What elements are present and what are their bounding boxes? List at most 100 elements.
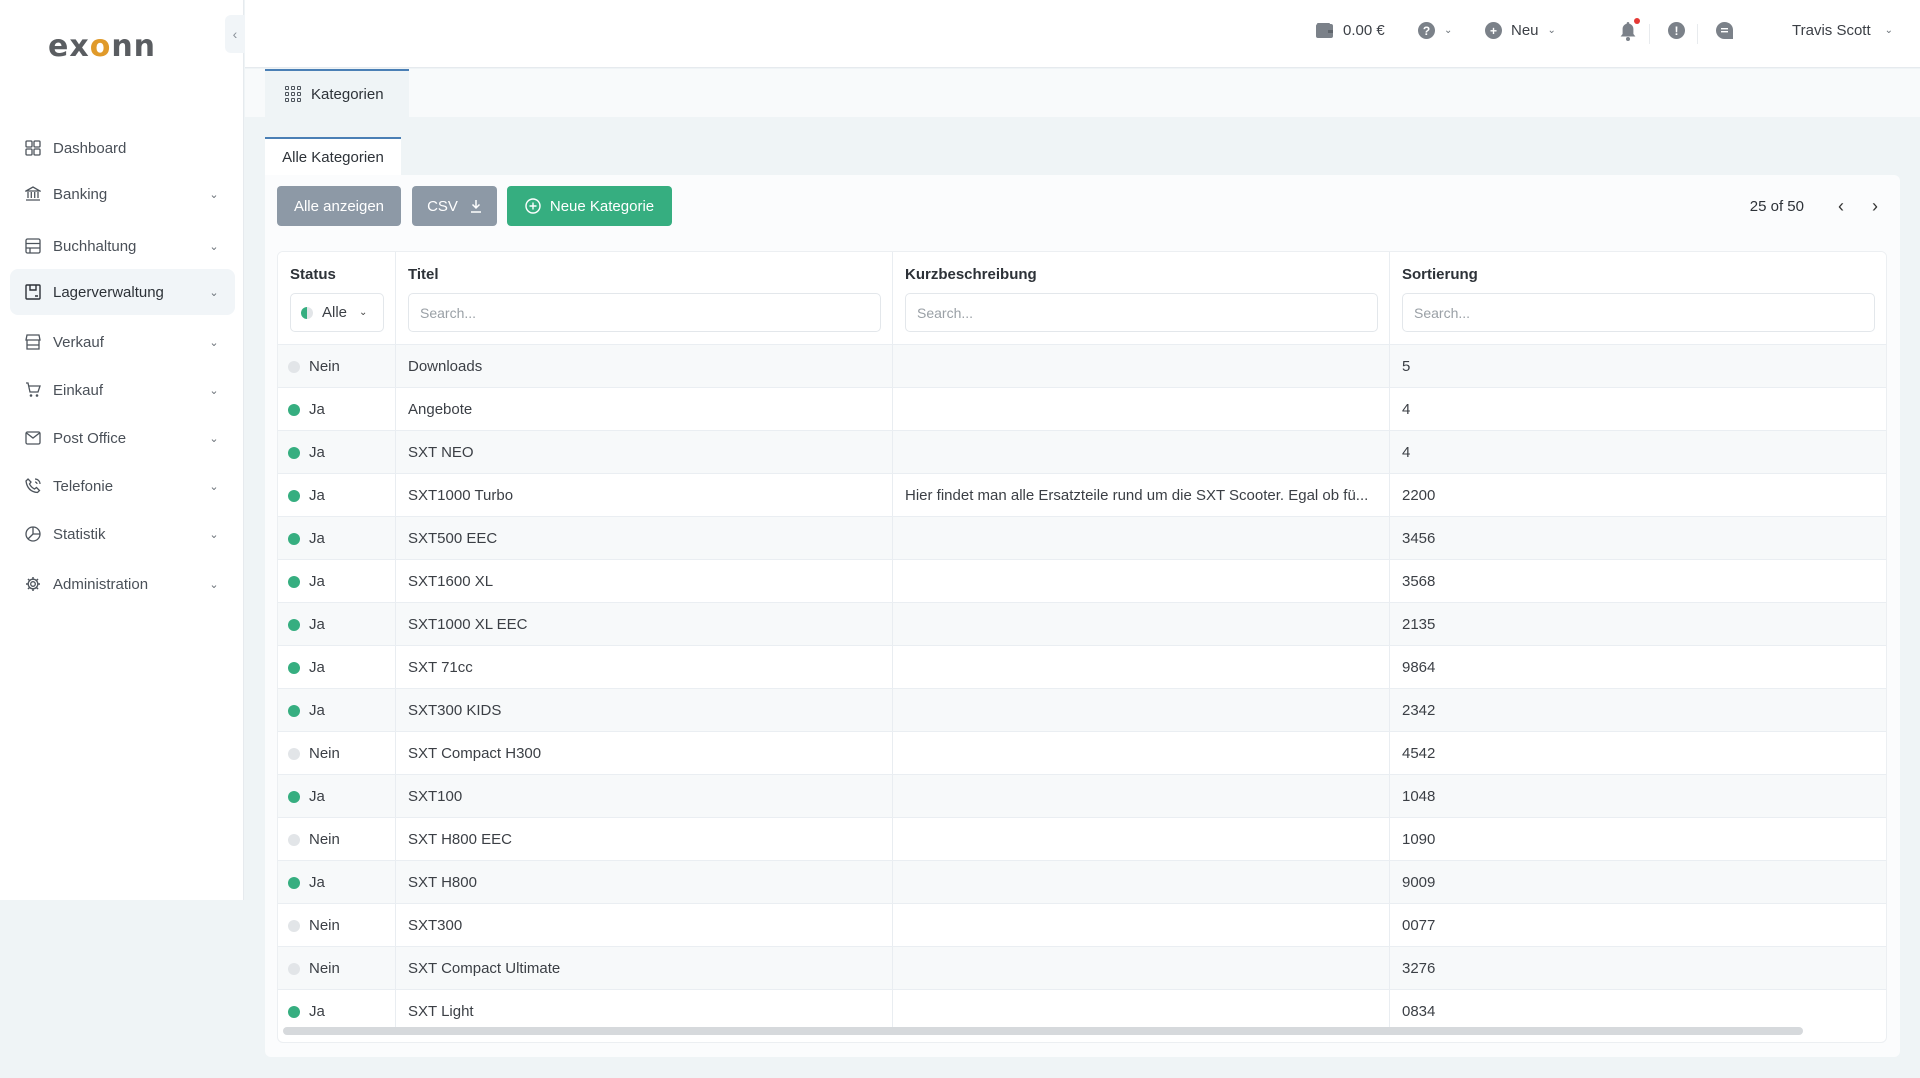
chevron-down-icon: ⌄ bbox=[209, 240, 219, 253]
title-cell[interactable]: SXT H800 bbox=[396, 861, 893, 904]
sort-text: 2135 bbox=[1402, 616, 1436, 633]
tab-alle-kategorien[interactable]: Alle Kategorien bbox=[265, 137, 401, 175]
table-row[interactable]: Nein SXT Compact H300 4542 bbox=[278, 731, 1886, 775]
table-row[interactable]: Ja SXT H800 9009 bbox=[278, 860, 1886, 904]
table-row[interactable]: Ja SXT1600 XL 3568 bbox=[278, 559, 1886, 603]
status-dot-icon bbox=[288, 661, 300, 674]
sidebar-collapse-button[interactable]: ‹ bbox=[225, 15, 245, 53]
status-cell: Ja bbox=[278, 474, 396, 517]
sidebar-item-banking[interactable]: Banking ⌄ bbox=[10, 171, 235, 217]
title-cell[interactable]: SXT300 KIDS bbox=[396, 689, 893, 732]
description-text: Hier findet man alle Ersatzteile rund um… bbox=[905, 487, 1369, 504]
dashboard-grid-icon bbox=[24, 139, 42, 157]
title-cell[interactable]: Angebote bbox=[396, 388, 893, 431]
new-category-label: Neue Kategorie bbox=[549, 197, 655, 215]
description-cell bbox=[893, 775, 1390, 818]
next-page-button[interactable]: › bbox=[1858, 196, 1892, 217]
table-row[interactable]: Ja Angebote 4 bbox=[278, 387, 1886, 431]
table-row[interactable]: Nein Downloads 5 bbox=[278, 344, 1886, 388]
title-cell[interactable]: SXT NEO bbox=[396, 431, 893, 474]
title-text: SXT1000 Turbo bbox=[408, 487, 514, 504]
sidebar-item-lagerverwaltung[interactable]: Lagerverwaltung ⌄ bbox=[10, 269, 235, 315]
sidebar-item-einkauf[interactable]: Einkauf ⌄ bbox=[10, 367, 235, 413]
title-cell[interactable]: SXT500 EEC bbox=[396, 517, 893, 560]
sidebar-item-label: Banking bbox=[53, 185, 108, 203]
tab-label: Kategorien bbox=[311, 85, 384, 103]
alerts-button[interactable]: ! bbox=[1668, 22, 1685, 39]
new-menu[interactable]: + Neu ⌄ bbox=[1485, 22, 1556, 39]
table-row[interactable]: Nein SXT Compact Ultimate 3276 bbox=[278, 946, 1886, 990]
sidebar-item-statistik[interactable]: Statistik ⌄ bbox=[10, 511, 235, 557]
title-cell[interactable]: SXT100 bbox=[396, 775, 893, 818]
status-cell: Ja bbox=[278, 517, 396, 560]
sort-cell: 3568 bbox=[1390, 560, 1886, 603]
plus-circle-icon bbox=[525, 198, 541, 214]
new-category-button[interactable]: Neue Kategorie bbox=[507, 186, 672, 226]
table-row[interactable]: Ja SXT1000 XL EEC 2135 bbox=[278, 602, 1886, 646]
title-cell[interactable]: SXT1000 Turbo bbox=[396, 474, 893, 517]
status-half-dot-icon bbox=[301, 306, 313, 319]
status-text: Ja bbox=[309, 401, 325, 418]
sort-text: 4542 bbox=[1402, 745, 1436, 762]
show-all-button[interactable]: Alle anzeigen bbox=[277, 186, 401, 226]
status-dot-icon bbox=[288, 790, 300, 803]
table-row[interactable]: Ja SXT NEO 4 bbox=[278, 430, 1886, 474]
sidebar-item-buchhaltung[interactable]: Buchhaltung ⌄ bbox=[10, 223, 235, 269]
new-menu-label: Neu bbox=[1511, 22, 1539, 39]
title-cell[interactable]: SXT Compact H300 bbox=[396, 732, 893, 775]
title-text: SXT H800 EEC bbox=[408, 831, 512, 848]
sidebar-item-administration[interactable]: Administration ⌄ bbox=[10, 561, 235, 607]
status-text: Ja bbox=[309, 530, 325, 547]
sort-text: 4 bbox=[1402, 401, 1411, 418]
help-menu[interactable]: ? ⌄ bbox=[1418, 22, 1452, 39]
column-description: Kurzbeschreibung bbox=[893, 252, 1390, 344]
description-cell bbox=[893, 732, 1390, 775]
title-cell[interactable]: SXT1600 XL bbox=[396, 560, 893, 603]
sort-cell: 0077 bbox=[1390, 904, 1886, 947]
sort-text: 4 bbox=[1402, 444, 1411, 461]
sort-search-input[interactable] bbox=[1402, 293, 1875, 332]
csv-export-button[interactable]: CSV bbox=[412, 186, 497, 226]
user-name: Travis Scott bbox=[1792, 22, 1871, 39]
table-row[interactable]: Ja SXT100 1048 bbox=[278, 774, 1886, 818]
prev-page-button[interactable]: ‹ bbox=[1824, 196, 1858, 217]
exonn-logo[interactable]: exonn bbox=[48, 28, 198, 64]
sort-text: 3568 bbox=[1402, 573, 1436, 590]
title-cell[interactable]: SXT 71cc bbox=[396, 646, 893, 689]
messages-button[interactable] bbox=[1716, 22, 1733, 39]
sidebar-item-label: Statistik bbox=[53, 525, 106, 543]
sidebar-item-dashboard[interactable]: Dashboard bbox=[10, 125, 235, 171]
title-search-input[interactable] bbox=[408, 293, 881, 332]
title-cell[interactable]: SXT300 bbox=[396, 904, 893, 947]
tab-kategorien[interactable]: Kategorien bbox=[265, 69, 409, 117]
table-row[interactable]: Ja SXT1000 Turbo Hier findet man alle Ersa… bbox=[278, 473, 1886, 517]
status-dot-icon bbox=[288, 403, 300, 416]
title-text: SXT Compact H300 bbox=[408, 745, 542, 762]
sidebar-item-verkauf[interactable]: Verkauf ⌄ bbox=[10, 319, 235, 365]
sidebar-item-telefonie[interactable]: Telefonie ⌄ bbox=[10, 463, 235, 509]
status-filter-value: Alle bbox=[322, 304, 348, 321]
horizontal-scrollbar[interactable] bbox=[283, 1027, 1803, 1035]
description-search-input[interactable] bbox=[905, 293, 1378, 332]
title-text: Downloads bbox=[408, 358, 483, 375]
status-cell: Ja bbox=[278, 388, 396, 431]
user-menu[interactable]: Travis Scott ⌄ bbox=[1792, 22, 1893, 39]
sort-cell: 2200 bbox=[1390, 474, 1886, 517]
title-cell[interactable]: Downloads bbox=[396, 345, 893, 388]
logo-suffix: nn bbox=[111, 28, 157, 64]
table-row[interactable]: Ja SXT Light 0834 bbox=[278, 989, 1886, 1033]
table-row[interactable]: Nein SXT H800 EEC 1090 bbox=[278, 817, 1886, 861]
sidebar-item-post-office[interactable]: Post Office ⌄ bbox=[10, 415, 235, 461]
status-filter-select[interactable]: Alle ⌄ bbox=[290, 293, 384, 332]
chevron-down-icon: ⌄ bbox=[209, 480, 219, 493]
topbar: 0.00 € ? ⌄ + Neu ⌄ ! Travis Scott ⌄ bbox=[245, 0, 1920, 68]
table-row[interactable]: Ja SXT 71cc 9864 bbox=[278, 645, 1886, 689]
notifications-button[interactable] bbox=[1620, 18, 1640, 41]
title-cell[interactable]: SXT H800 EEC bbox=[396, 818, 893, 861]
title-cell[interactable]: SXT1000 XL EEC bbox=[396, 603, 893, 646]
table-row[interactable]: Nein SXT300 0077 bbox=[278, 903, 1886, 947]
balance-button[interactable]: 0.00 € bbox=[1316, 22, 1385, 39]
table-row[interactable]: Ja SXT300 KIDS 2342 bbox=[278, 688, 1886, 732]
title-cell[interactable]: SXT Compact Ultimate bbox=[396, 947, 893, 990]
table-row[interactable]: Ja SXT500 EEC 3456 bbox=[278, 516, 1886, 560]
